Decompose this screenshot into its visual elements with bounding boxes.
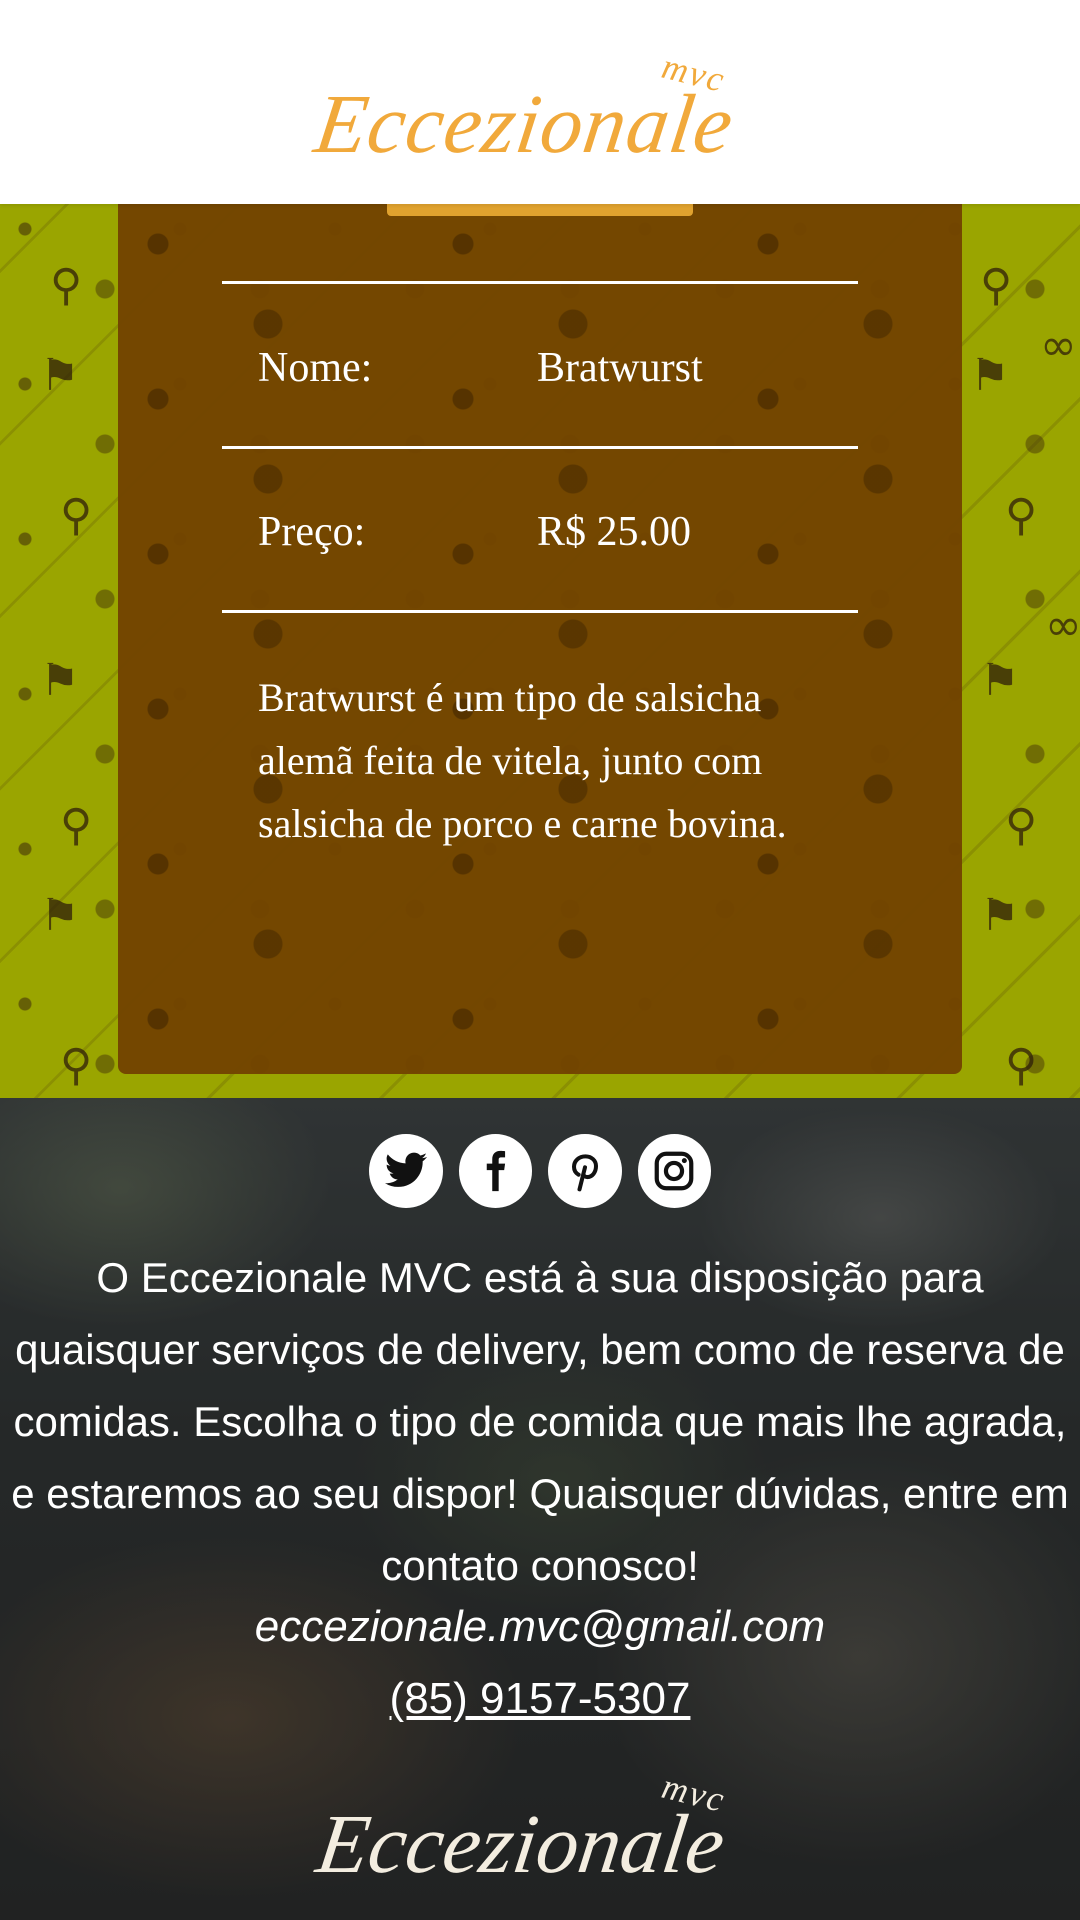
name-value: Bratwurst bbox=[537, 345, 703, 391]
footer-logo[interactable]: Eccezionale mvc bbox=[311, 1766, 750, 1891]
instagram-icon[interactable] bbox=[637, 1134, 711, 1208]
pretzel-icon: ∞ bbox=[1045, 600, 1080, 651]
logo-wordmark: Eccezionale bbox=[309, 78, 740, 171]
sausage-fork-icon: ⚲ bbox=[60, 1040, 93, 1091]
card-pattern bbox=[118, 204, 962, 1074]
site-header: Eccezionale mvc bbox=[0, 0, 1080, 204]
price-value: R$ 25.00 bbox=[537, 509, 692, 555]
logo-wordmark: Eccezionale bbox=[311, 1798, 731, 1891]
twitter-icon[interactable] bbox=[369, 1134, 443, 1208]
page: Eccezionale mvc ⚲ ⚑ ⚲ ⚑ ⚲ ⚑ ⚲ ⚲ ⚑ ∞ ⚲ ∞ … bbox=[0, 0, 1080, 1920]
pretzel-icon: ∞ bbox=[1040, 320, 1077, 371]
name-label: Nome: bbox=[258, 345, 373, 391]
contact-email[interactable]: eccezionale.mvc@gmail.com bbox=[0, 1602, 1080, 1652]
site-footer: O Eccezionale MVC está à sua disposição … bbox=[0, 1098, 1080, 1920]
card-tab bbox=[387, 204, 693, 216]
sausage-fork-icon: ⚲ bbox=[60, 800, 93, 851]
sausage-fork-icon: ⚲ bbox=[1005, 1040, 1038, 1091]
facebook-icon[interactable] bbox=[458, 1134, 532, 1208]
divider bbox=[222, 446, 858, 449]
social-links bbox=[369, 1134, 711, 1208]
product-card bbox=[118, 204, 962, 1074]
flag-icon: ⚑ bbox=[980, 655, 1020, 706]
sausage-fork-icon: ⚲ bbox=[980, 260, 1013, 311]
price-label: Preço: bbox=[258, 509, 366, 555]
sausage-fork-icon: ⚲ bbox=[1005, 800, 1038, 851]
divider bbox=[222, 281, 858, 284]
sausage-fork-icon: ⚲ bbox=[60, 490, 93, 541]
footer-about-text: O Eccezionale MVC está à sua disposição … bbox=[11, 1254, 1069, 1589]
phone-link[interactable]: (85) 9157-5307 bbox=[390, 1674, 691, 1723]
sausage-fork-icon: ⚲ bbox=[1005, 490, 1038, 541]
flag-icon: ⚑ bbox=[980, 890, 1020, 941]
flag-icon: ⚑ bbox=[40, 655, 80, 706]
header-logo[interactable]: Eccezionale mvc bbox=[309, 46, 748, 171]
product-description: Bratwurst é um tipo de salsicha alemã fe… bbox=[258, 675, 787, 846]
pinterest-icon[interactable] bbox=[548, 1134, 622, 1208]
flag-icon: ⚑ bbox=[40, 350, 80, 401]
flag-icon: ⚑ bbox=[40, 890, 80, 941]
divider bbox=[222, 610, 858, 613]
flag-icon: ⚑ bbox=[970, 350, 1010, 401]
contact-phone: (85) 9157-5307 bbox=[0, 1674, 1080, 1724]
sausage-fork-icon: ⚲ bbox=[50, 260, 83, 311]
